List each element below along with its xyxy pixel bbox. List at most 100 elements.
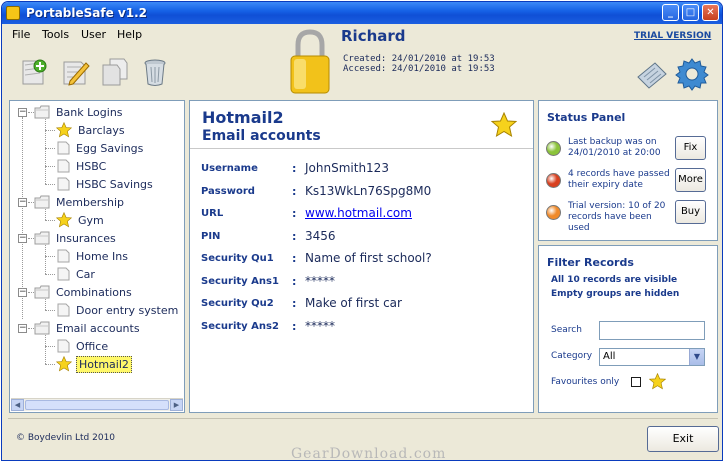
tree-group[interactable]: Email accounts <box>34 319 142 337</box>
collapse-toggle[interactable]: − <box>18 108 27 117</box>
tree-item[interactable]: Office <box>56 337 110 355</box>
maximize-button[interactable]: □ <box>682 4 699 21</box>
field-label: URL <box>201 208 224 219</box>
more-button[interactable]: More <box>675 168 706 192</box>
tree-item[interactable]: Gym <box>56 211 106 229</box>
tree-item-label: Door entry system <box>76 303 179 317</box>
exit-button[interactable]: Exit <box>647 426 719 452</box>
status-message: Trial version: 10 of 20 records have bee… <box>568 201 666 233</box>
field-value: Ks13WkLn76Spg8M0 <box>305 183 432 198</box>
tree-group-label: Membership <box>56 195 124 209</box>
tree-group[interactable]: Combinations <box>34 283 134 301</box>
tree-item[interactable]: HSBC Savings <box>56 175 155 193</box>
field-value: Name of first school? <box>305 251 432 265</box>
field-label: Password <box>201 185 255 197</box>
collapse-toggle[interactable]: − <box>18 198 27 207</box>
record-icon <box>57 159 70 173</box>
scroll-right-icon[interactable]: ▶ <box>170 399 183 411</box>
record-group: Email accounts <box>202 128 321 144</box>
folder-icon <box>34 195 50 209</box>
field-label: PIN <box>201 230 221 242</box>
menu-tools[interactable]: Tools <box>42 28 69 41</box>
chevron-down-icon[interactable]: ▼ <box>689 349 704 365</box>
keyboard-icon[interactable] <box>635 57 669 91</box>
delete-record-icon[interactable] <box>140 57 170 87</box>
status-indicator-icon <box>546 141 561 156</box>
tree-item-label: Egg Savings <box>76 141 144 155</box>
created-date: Created: 24/01/2010 at 19:53 <box>343 54 495 64</box>
status-panel-title: Status Panel <box>547 111 626 124</box>
trial-version-link[interactable]: TRIAL VERSION <box>634 31 711 41</box>
watermark: GearDownload.com <box>291 446 447 461</box>
record-icon <box>57 339 70 353</box>
padlock-icon <box>290 29 330 94</box>
scrollbar-thumb[interactable] <box>25 400 169 410</box>
record-detail-panel: Hotmail2 Email accounts Username: JohnSmi… <box>189 100 534 413</box>
status-indicator-icon <box>546 205 561 220</box>
record-icon <box>57 177 70 191</box>
tree-item[interactable]: Barclays <box>56 121 127 139</box>
tree-item[interactable]: Home Ins <box>56 247 130 265</box>
record-title: Hotmail2 <box>202 108 284 127</box>
tree-item-label: HSBC Savings <box>76 177 153 191</box>
window-title: PortableSafe v1.2 <box>26 6 147 20</box>
add-record-icon[interactable] <box>18 57 48 87</box>
tree-group-label: Combinations <box>56 285 132 299</box>
settings-gear-icon[interactable] <box>675 57 709 91</box>
records-tree[interactable]: − Bank Logins Barclays Egg Savings HSBC HSBC … <box>9 100 185 413</box>
favourite-star-icon[interactable] <box>491 112 517 138</box>
close-button[interactable]: ✕ <box>702 4 719 21</box>
tree-item-label: Hotmail2 <box>76 355 132 373</box>
favourites-only-checkbox[interactable] <box>631 377 641 387</box>
field-value: ***** <box>305 318 335 333</box>
menu-file[interactable]: File <box>12 28 30 41</box>
field-label: Security Ans1 <box>201 275 279 287</box>
buy-button[interactable]: Buy <box>675 200 706 224</box>
tree-horizontal-scrollbar[interactable]: ◀ ▶ <box>11 398 183 411</box>
copy-record-icon[interactable] <box>100 57 130 87</box>
url-link[interactable]: www.hotmail.com <box>305 206 412 220</box>
field-label: Security Qu2 <box>201 298 274 309</box>
category-label: Category <box>551 351 593 361</box>
scroll-left-icon[interactable]: ◀ <box>11 399 24 411</box>
collapse-toggle[interactable]: − <box>18 288 27 297</box>
collapse-toggle[interactable]: − <box>18 234 27 243</box>
tree-group-label: Bank Logins <box>56 105 123 119</box>
edit-record-icon[interactable] <box>60 57 90 87</box>
tree-group[interactable]: Membership <box>34 193 126 211</box>
record-icon <box>57 303 70 317</box>
field-value: ***** <box>305 273 335 288</box>
folder-icon <box>34 285 50 299</box>
tree-item[interactable]: HSBC <box>56 157 108 175</box>
field-value: Make of first car <box>305 296 402 310</box>
fix-button[interactable]: Fix <box>675 136 706 160</box>
menu-user[interactable]: User <box>81 28 106 41</box>
record-icon <box>57 249 70 263</box>
empty-groups-info: Empty groups are hidden <box>551 289 680 299</box>
tree-item[interactable]: Door entry system <box>56 301 180 319</box>
favourite-star-icon <box>56 212 72 228</box>
menu-help[interactable]: Help <box>117 28 142 41</box>
tree-item[interactable]: Car <box>56 265 97 283</box>
favourite-star-icon <box>649 373 666 390</box>
tree-item[interactable]: Hotmail2 <box>56 355 132 373</box>
tree-group[interactable]: Insurances <box>34 229 118 247</box>
favourites-label: Favourites only <box>551 377 620 387</box>
status-panel: Status Panel Last backup was on 24/01/20… <box>538 100 718 241</box>
app-window: PortableSafe v1.2 _ □ ✕ File Tools User … <box>1 1 723 461</box>
category-value: All <box>603 351 616 362</box>
search-input[interactable] <box>599 321 705 340</box>
tree-item-label: Office <box>76 339 109 353</box>
title-bar[interactable]: PortableSafe v1.2 _ □ ✕ <box>2 2 722 24</box>
tree-group[interactable]: Bank Logins <box>34 103 125 121</box>
status-message: 4 records have passed their expiry date <box>568 169 670 190</box>
category-select[interactable]: All ▼ <box>599 348 705 366</box>
favourite-star-icon <box>56 356 72 372</box>
tree-item[interactable]: Egg Savings <box>56 139 145 157</box>
tree-item-label: HSBC <box>76 159 107 173</box>
minimize-button[interactable]: _ <box>662 4 679 21</box>
status-message: Last backup was on 24/01/2010 at 20:00 <box>568 137 661 158</box>
collapse-toggle[interactable]: − <box>18 324 27 333</box>
tree-item-label: Gym <box>78 213 104 227</box>
folder-icon <box>34 105 50 119</box>
